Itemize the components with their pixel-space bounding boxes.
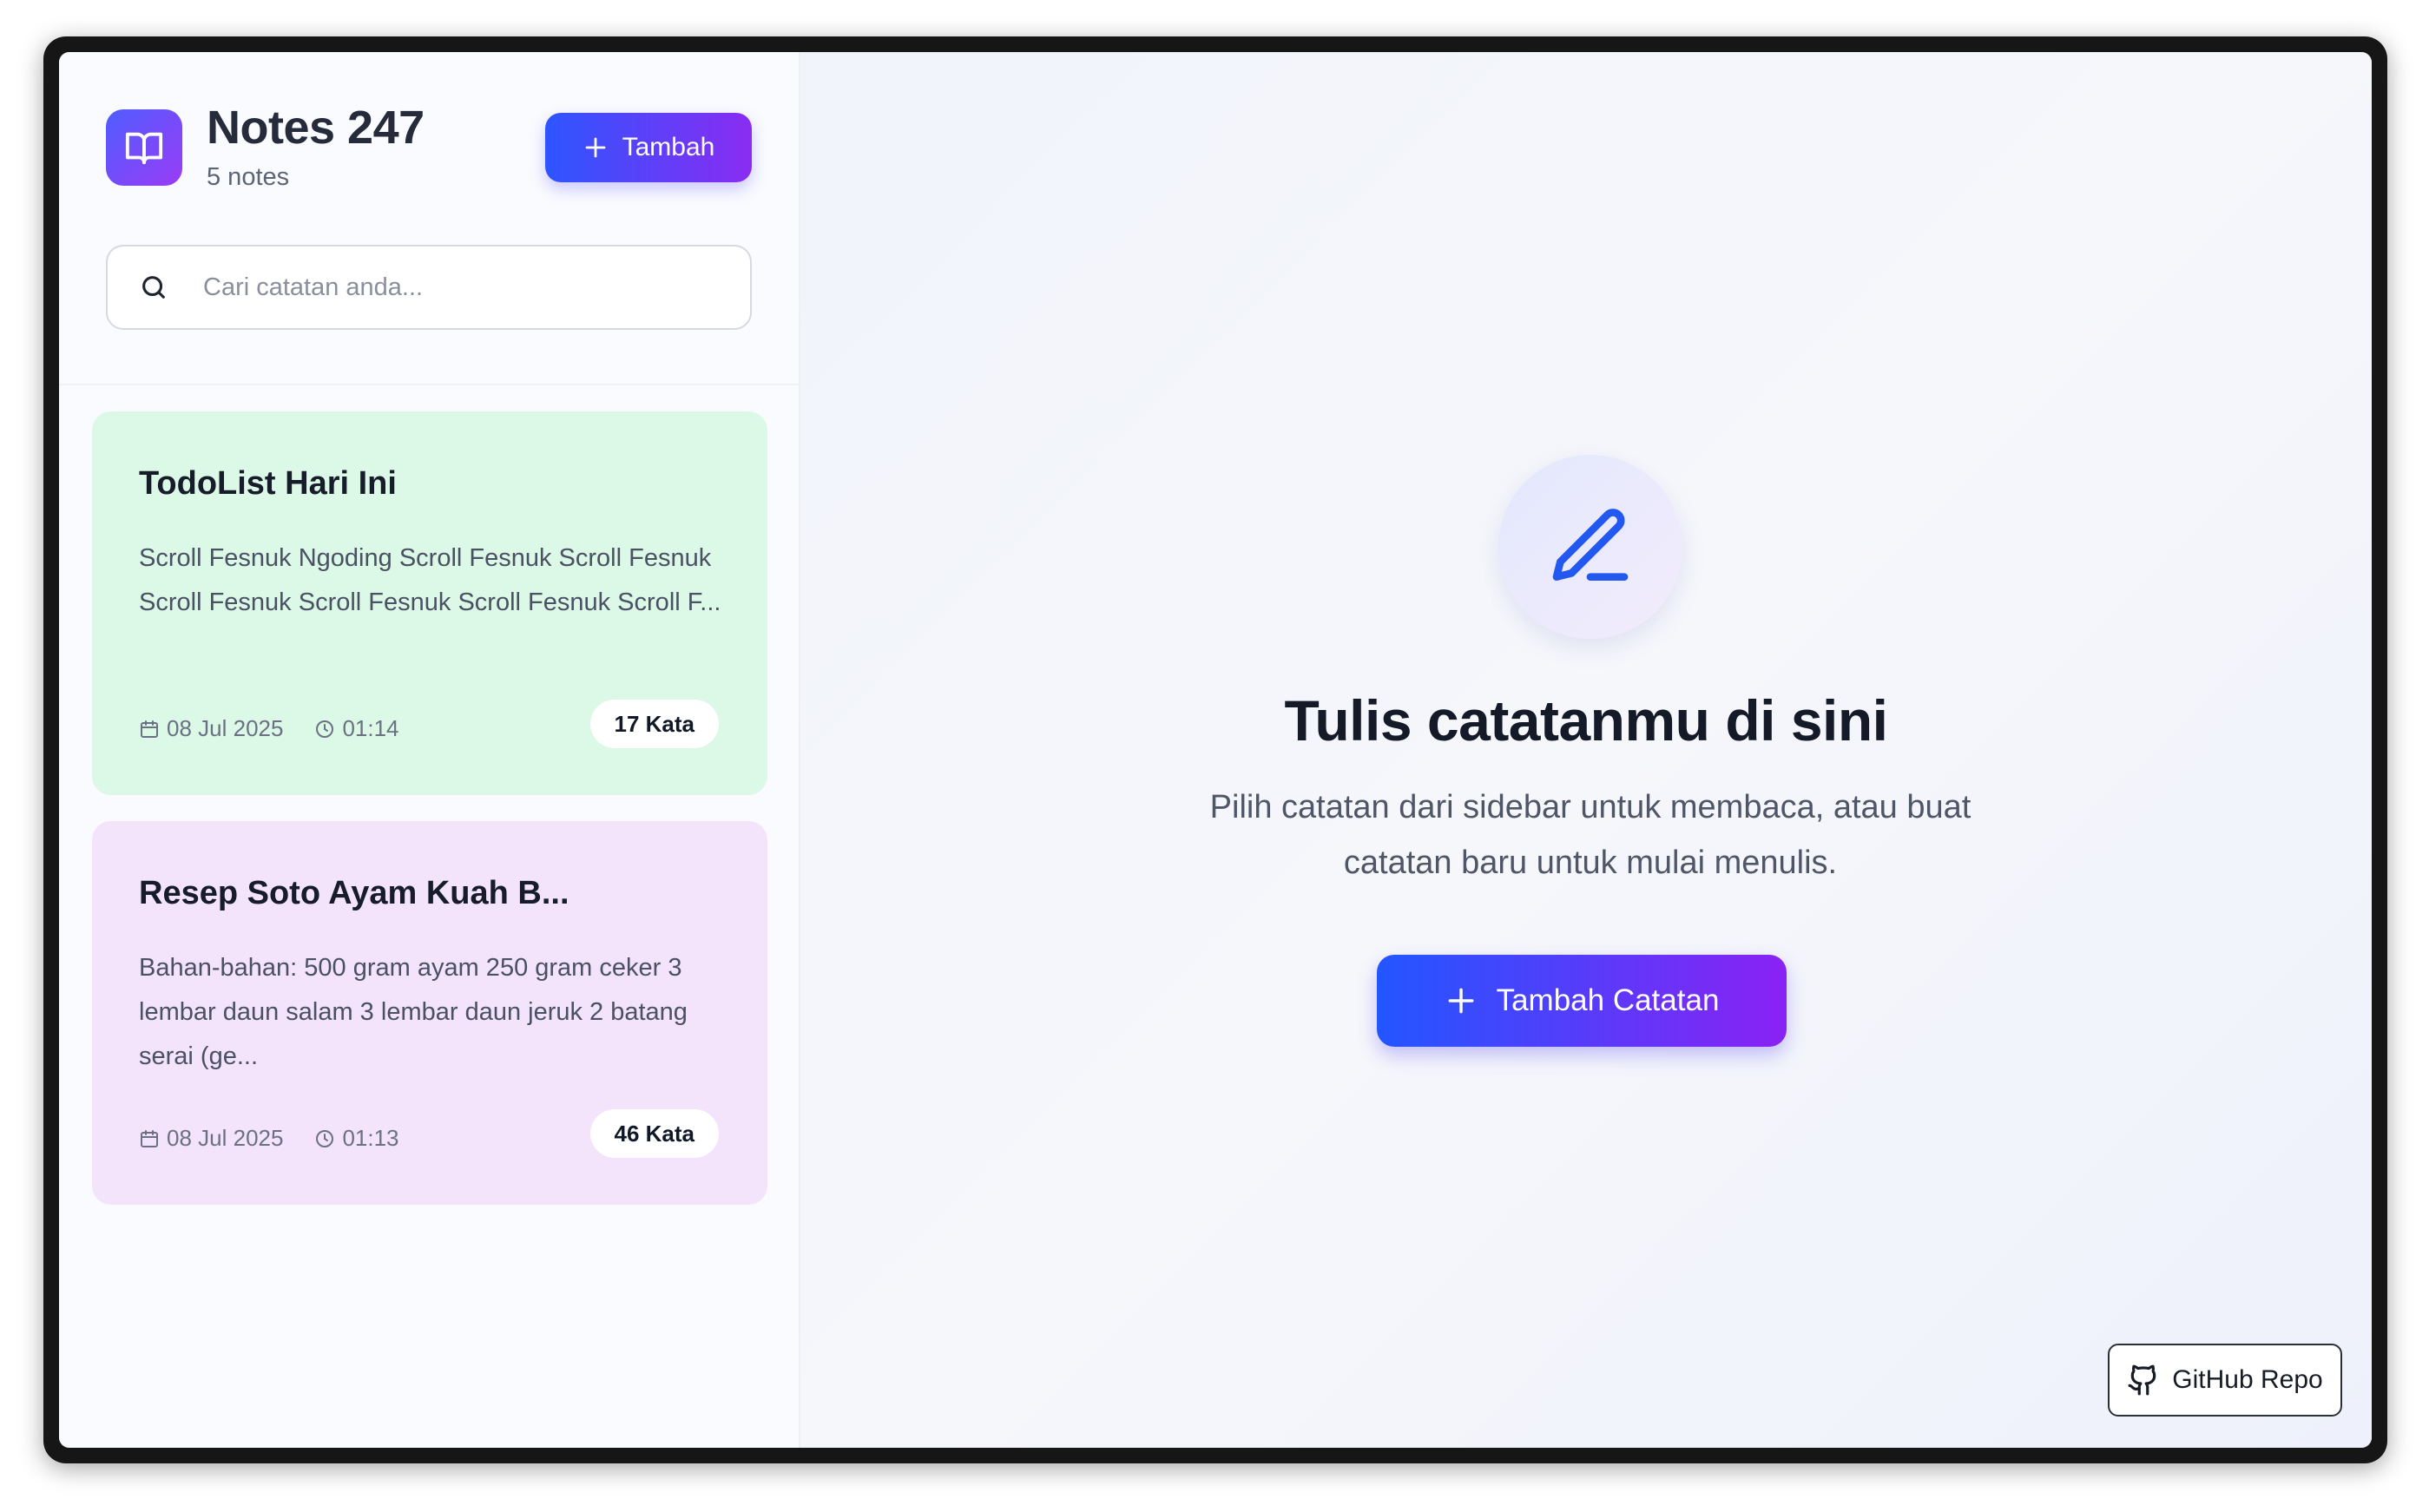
main-panel: Tulis catatanmu di sini Pilih catatan da… bbox=[800, 52, 2372, 1448]
calendar-icon bbox=[141, 720, 158, 738]
sidebar-header: Notes 247 5 notes Tambah bbox=[59, 52, 799, 385]
note-card[interactable]: TodoList Hari Ini Scroll Fesnuk Ngoding … bbox=[92, 411, 767, 795]
note-meta: 08 Jul 2025 01:13 bbox=[139, 1125, 431, 1152]
word-count-badge: 17 Kata bbox=[589, 700, 719, 748]
note-date: 08 Jul 2025 bbox=[139, 1125, 283, 1152]
sidebar: Notes 247 5 notes Tambah Cari catatan an… bbox=[59, 52, 800, 1448]
calendar-icon bbox=[141, 1129, 158, 1147]
search-icon bbox=[139, 272, 170, 303]
github-icon bbox=[2128, 1364, 2156, 1396]
add-note-main-button-label: Tambah Catatan bbox=[1496, 983, 1720, 1017]
book-open-icon bbox=[125, 132, 163, 165]
pen-icon bbox=[1552, 509, 1629, 581]
note-excerpt: Bahan-bahan: 500 gram ayam 250 gram ceke… bbox=[139, 954, 688, 1070]
note-date-text: 08 Jul 2025 bbox=[167, 715, 284, 741]
app-window: Notes 247 5 notes Tambah Cari catatan an… bbox=[59, 52, 2372, 1448]
note-time-text: 01:13 bbox=[342, 1125, 399, 1151]
plus-icon bbox=[1448, 988, 1473, 1014]
app-logo bbox=[106, 109, 182, 186]
note-excerpt: Scroll Fesnuk Ngoding Scroll Fesnuk Scro… bbox=[139, 544, 721, 616]
empty-state-description: Pilih catatan dari sidebar untuk membaca… bbox=[1209, 789, 1972, 881]
add-note-button[interactable]: Tambah bbox=[545, 113, 752, 182]
note-count: 5 notes bbox=[207, 163, 290, 191]
note-title: TodoList Hari Ini bbox=[139, 465, 397, 502]
add-note-button-label: Tambah bbox=[622, 133, 715, 161]
clock-icon bbox=[316, 1129, 334, 1147]
clock-icon bbox=[316, 720, 334, 738]
word-count-badge: 46 Kata bbox=[589, 1109, 719, 1158]
plus-icon bbox=[585, 137, 605, 158]
search-input[interactable] bbox=[201, 272, 726, 303]
note-title: Resep Soto Ayam Kuah B... bbox=[139, 875, 569, 911]
device-frame: Notes 247 5 notes Tambah Cari catatan an… bbox=[43, 36, 2387, 1463]
github-repo-label: GitHub Repo bbox=[2172, 1365, 2323, 1394]
note-card[interactable]: Resep Soto Ayam Kuah B... Bahan-bahan: 5… bbox=[92, 821, 767, 1205]
search-box bbox=[106, 245, 752, 330]
note-time: 01:14 bbox=[314, 715, 399, 742]
note-time: 01:13 bbox=[314, 1125, 399, 1152]
note-time-text: 01:14 bbox=[342, 715, 399, 741]
note-meta: 08 Jul 2025 01:14 bbox=[139, 715, 431, 742]
note-date: 08 Jul 2025 bbox=[139, 715, 283, 742]
github-repo-button[interactable]: GitHub Repo bbox=[2108, 1344, 2342, 1417]
add-note-main-button[interactable]: Tambah Catatan bbox=[1377, 955, 1787, 1047]
empty-state-icon bbox=[1498, 455, 1682, 639]
empty-state-title: Tulis catatanmu di sini bbox=[1284, 688, 1888, 753]
note-date-text: 08 Jul 2025 bbox=[167, 1125, 284, 1151]
app-title: Notes 247 bbox=[207, 102, 425, 154]
